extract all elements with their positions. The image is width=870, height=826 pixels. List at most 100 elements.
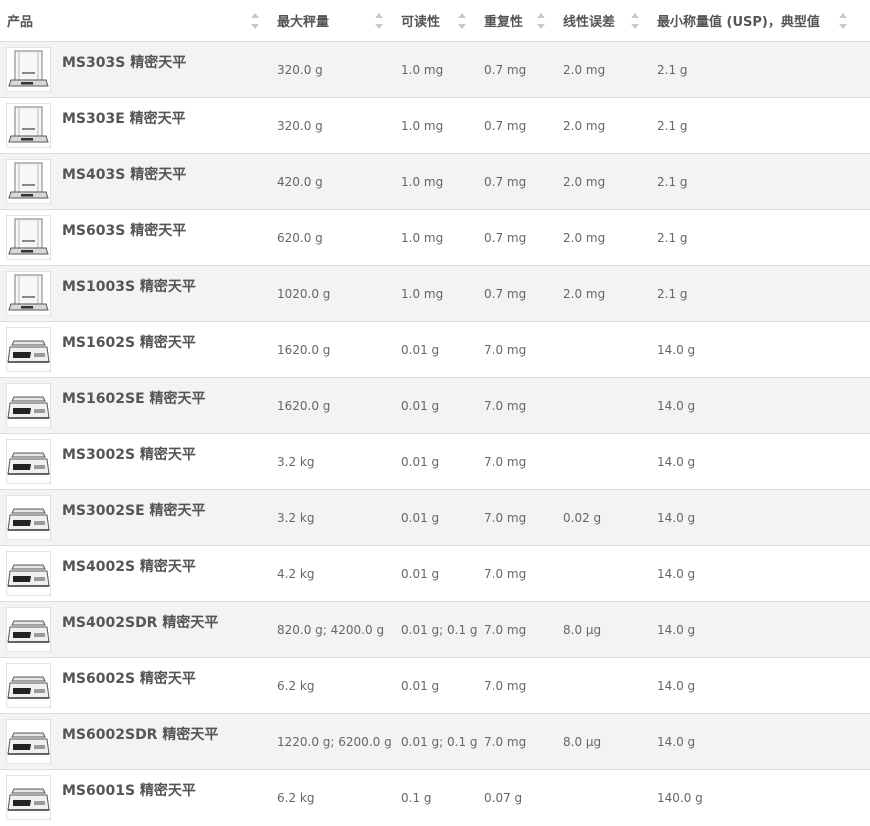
analytical-balance-icon[interactable] [6, 103, 51, 148]
sort-arrows-icon[interactable] [838, 11, 848, 31]
table-row[interactable]: MS1602S 精密天平 1620.0 g 0.01 g 7.0 mg 14.0 g [0, 321, 870, 378]
readability-value: 0.01 g [394, 433, 477, 490]
max-capacity-value: 6.2 kg [270, 657, 394, 714]
repeatability-value: 7.0 mg [477, 377, 556, 434]
product-cell[interactable]: MS1003S 精密天平 [0, 265, 270, 322]
header-max-capacity[interactable]: 最大秤量 [270, 0, 394, 42]
table-row[interactable]: MS1602SE 精密天平 1620.0 g 0.01 g 7.0 mg 14.0 g [0, 377, 870, 434]
product-cell[interactable]: MS4002SDR 精密天平 [0, 601, 270, 658]
linearity-value [556, 321, 650, 378]
linearity-value: 8.0 µg [556, 713, 650, 770]
precision-balance-icon[interactable] [6, 327, 51, 372]
header-linearity[interactable]: 线性误差 [556, 0, 650, 42]
min-weight-value: 2.1 g [650, 209, 870, 266]
repeatability-value: 7.0 mg [477, 601, 556, 658]
product-name-link[interactable]: MS603S 精密天平 [62, 220, 186, 240]
table-row[interactable]: MS4002SDR 精密天平 820.0 g; 4200.0 g 0.01 g; 0… [0, 601, 870, 658]
precision-balance-icon[interactable] [6, 495, 51, 540]
product-name-link[interactable]: MS303S 精密天平 [62, 52, 186, 72]
product-name-link[interactable]: MS1602S 精密天平 [62, 332, 196, 352]
analytical-balance-icon[interactable] [6, 215, 51, 260]
product-cell[interactable]: MS603S 精密天平 [0, 209, 270, 266]
products-table: 产品 最大秤量 可读性 重复性 线性误差 最小称量值 (USP)，典型值 MS3… [0, 0, 870, 826]
header-readability-label: 可读性 [401, 15, 441, 30]
min-weight-value: 14.0 g [650, 713, 870, 770]
product-cell[interactable]: MS303S 精密天平 [0, 41, 270, 98]
product-name-link[interactable]: MS4002SDR 精密天平 [62, 612, 218, 632]
product-cell[interactable]: MS6002S 精密天平 [0, 657, 270, 714]
product-name-link[interactable]: MS303E 精密天平 [62, 108, 186, 128]
readability-value: 0.01 g [394, 657, 477, 714]
sort-arrows-icon[interactable] [630, 11, 640, 31]
product-name-link[interactable]: MS403S 精密天平 [62, 164, 186, 184]
header-repeatability[interactable]: 重复性 [477, 0, 556, 42]
sort-arrows-icon[interactable] [250, 11, 260, 31]
analytical-balance-icon[interactable] [6, 159, 51, 204]
repeatability-value: 7.0 mg [477, 657, 556, 714]
linearity-value: 8.0 µg [556, 601, 650, 658]
repeatability-value: 0.7 mg [477, 153, 556, 210]
table-row[interactable]: MS603S 精密天平 620.0 g 1.0 mg 0.7 mg 2.0 mg 2.1 … [0, 209, 870, 266]
min-weight-value: 2.1 g [650, 153, 870, 210]
readability-value: 0.01 g [394, 321, 477, 378]
precision-balance-icon[interactable] [6, 551, 51, 596]
product-name-link[interactable]: MS1602SE 精密天平 [62, 388, 206, 408]
precision-balance-icon[interactable] [6, 663, 51, 708]
precision-balance-icon[interactable] [6, 719, 51, 764]
product-cell[interactable]: MS403S 精密天平 [0, 153, 270, 210]
readability-value: 0.01 g [394, 377, 477, 434]
table-row[interactable]: MS1003S 精密天平 1020.0 g 1.0 mg 0.7 mg 2.0 mg 2.… [0, 265, 870, 322]
sort-arrows-icon[interactable] [536, 11, 546, 31]
table-row[interactable]: MS303S 精密天平 320.0 g 1.0 mg 0.7 mg 2.0 mg 2.1 … [0, 41, 870, 98]
header-min-weight[interactable]: 最小称量值 (USP)，典型值 [650, 0, 870, 42]
precision-balance-icon[interactable] [6, 775, 51, 821]
linearity-value [556, 433, 650, 490]
linearity-value [556, 545, 650, 602]
sort-arrows-icon[interactable] [374, 11, 384, 31]
repeatability-value: 0.7 mg [477, 265, 556, 322]
product-name-link[interactable]: MS6002S 精密天平 [62, 668, 196, 688]
product-name-link[interactable]: MS3002SE 精密天平 [62, 500, 206, 520]
max-capacity-value: 320.0 g [270, 97, 394, 154]
repeatability-value: 7.0 mg [477, 713, 556, 770]
precision-balance-icon[interactable] [6, 383, 51, 428]
product-name-link[interactable]: MS3002S 精密天平 [62, 444, 196, 464]
product-cell[interactable]: MS3002S 精密天平 [0, 433, 270, 490]
max-capacity-value: 820.0 g; 4200.0 g [270, 601, 394, 658]
product-cell[interactable]: MS1602SE 精密天平 [0, 377, 270, 434]
linearity-value: 2.0 mg [556, 209, 650, 266]
min-weight-value: 14.0 g [650, 657, 870, 714]
analytical-balance-icon[interactable] [6, 271, 51, 316]
sort-arrows-icon[interactable] [457, 11, 467, 31]
product-cell[interactable]: MS6001S 精密天平 [0, 769, 270, 826]
readability-value: 1.0 mg [394, 265, 477, 322]
linearity-value: 2.0 mg [556, 265, 650, 322]
repeatability-value: 7.0 mg [477, 489, 556, 546]
product-name-link[interactable]: MS4002S 精密天平 [62, 556, 196, 576]
table-row[interactable]: MS303E 精密天平 320.0 g 1.0 mg 0.7 mg 2.0 mg 2.1 … [0, 97, 870, 154]
precision-balance-icon[interactable] [6, 439, 51, 484]
table-row[interactable]: MS4002S 精密天平 4.2 kg 0.01 g 7.0 mg 14.0 g [0, 545, 870, 602]
header-product[interactable]: 产品 [0, 0, 270, 42]
linearity-value: 2.0 mg [556, 97, 650, 154]
product-cell[interactable]: MS303E 精密天平 [0, 97, 270, 154]
product-cell[interactable]: MS1602S 精密天平 [0, 321, 270, 378]
analytical-balance-icon[interactable] [6, 47, 51, 92]
product-cell[interactable]: MS6002SDR 精密天平 [0, 713, 270, 770]
table-row[interactable]: MS403S 精密天平 420.0 g 1.0 mg 0.7 mg 2.0 mg 2.1 … [0, 153, 870, 210]
table-row[interactable]: MS3002SE 精密天平 3.2 kg 0.01 g 7.0 mg 0.02 g 14.… [0, 489, 870, 546]
min-weight-value: 2.1 g [650, 265, 870, 322]
product-name-link[interactable]: MS6002SDR 精密天平 [62, 724, 218, 744]
table-row[interactable]: MS6002S 精密天平 6.2 kg 0.01 g 7.0 mg 14.0 g [0, 657, 870, 714]
table-row[interactable]: MS6001S 精密天平 6.2 kg 0.1 g 0.07 g 140.0 g [0, 769, 870, 826]
header-readability[interactable]: 可读性 [394, 0, 477, 42]
product-cell[interactable]: MS3002SE 精密天平 [0, 489, 270, 546]
product-name-link[interactable]: MS1003S 精密天平 [62, 276, 196, 296]
precision-balance-icon[interactable] [6, 607, 51, 652]
table-row[interactable]: MS6002SDR 精密天平 1220.0 g; 6200.0 g 0.01 g; … [0, 713, 870, 770]
product-cell[interactable]: MS4002S 精密天平 [0, 545, 270, 602]
product-name-link[interactable]: MS6001S 精密天平 [62, 780, 196, 800]
table-row[interactable]: MS3002S 精密天平 3.2 kg 0.01 g 7.0 mg 14.0 g [0, 433, 870, 490]
readability-value: 1.0 mg [394, 209, 477, 266]
min-weight-value: 14.0 g [650, 601, 870, 658]
